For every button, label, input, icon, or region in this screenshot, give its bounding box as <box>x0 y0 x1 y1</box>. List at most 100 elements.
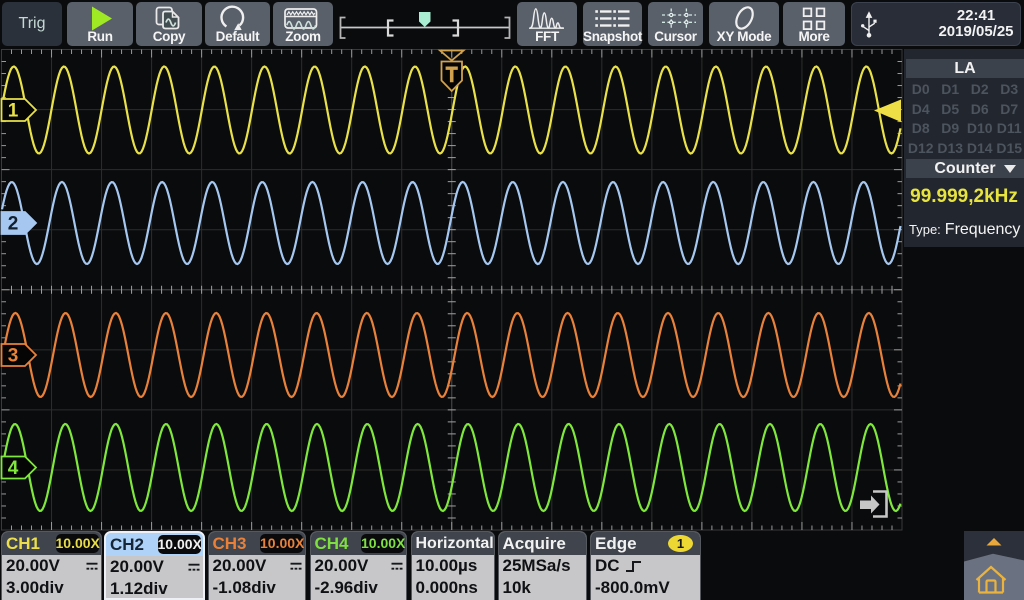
counter-type: Type:Frequency <box>909 221 1020 239</box>
button-label: XY Mode <box>709 29 779 44</box>
vertical-scale-value: 20.00V <box>213 556 267 576</box>
vertical-position-value: 3.00div <box>6 578 64 598</box>
counter-title: Counter <box>934 160 995 177</box>
up-arrow-icon[interactable] <box>986 538 1001 546</box>
la-channel-label[interactable]: D9 <box>936 119 966 139</box>
dc-coupling-icon <box>391 562 403 571</box>
pan-right-icon[interactable] <box>860 492 887 517</box>
channel-name: CH4 <box>315 534 349 554</box>
trigger-title: Edge <box>595 534 637 554</box>
clock-time: 22:41 <box>936 8 1016 24</box>
button-label: More <box>783 29 845 44</box>
svg-text:3: 3 <box>8 346 19 367</box>
trigger-level-value: -800.0mV <box>595 578 670 598</box>
acquire-box[interactable]: Acquire 25MSa/s 10k <box>498 531 588 600</box>
counter-type-value: Frequency <box>945 221 1021 238</box>
delay-value: 0.000ns <box>416 578 478 598</box>
la-channel-label[interactable]: D13 <box>936 139 966 159</box>
more-button[interactable]: More <box>783 2 845 46</box>
vertical-position-value: -1.08div <box>213 578 276 598</box>
la-channel-label[interactable]: D1 <box>936 80 966 100</box>
la-channel-label[interactable]: D14 <box>965 139 995 159</box>
snapshot-button[interactable]: Snapshot <box>583 2 642 46</box>
button-label: Zoom <box>273 29 333 44</box>
dc-coupling-icon <box>188 563 200 572</box>
la-channel-label[interactable]: D11 <box>995 119 1024 139</box>
la-channel-label[interactable]: D2 <box>965 80 995 100</box>
trig-button[interactable]: Trig <box>2 2 62 46</box>
la-digital-channel-grid[interactable]: D0D1D2D3 D4D5D6D7 D8D9D10D11 D12D13D14D15 <box>906 80 1024 158</box>
trigger-coupling-value: DC <box>595 556 620 576</box>
memory-depth-value: 10k <box>503 578 531 598</box>
waveform-display[interactable]: 1 2 3 4 <box>0 0 903 531</box>
usb-icon <box>856 8 882 40</box>
counter-header[interactable]: Counter <box>906 159 1024 178</box>
acquire-title: Acquire <box>503 534 566 554</box>
channel-marker-4[interactable]: 4 <box>2 457 37 480</box>
channel-name: CH1 <box>6 534 40 554</box>
probe-badge: 10.00X <box>361 534 404 553</box>
channel-name: CH3 <box>213 534 247 554</box>
svg-text:4: 4 <box>8 458 19 479</box>
channel-marker-3[interactable]: 3 <box>2 344 37 367</box>
button-label: Snapshot <box>583 29 642 44</box>
la-channel-label[interactable]: D12 <box>906 139 936 159</box>
la-channel-label[interactable]: D7 <box>995 100 1024 120</box>
button-label: Cursor <box>648 29 703 44</box>
la-channel-label[interactable]: D6 <box>965 100 995 120</box>
run-button[interactable]: Run <box>67 2 133 46</box>
channel-marker-2[interactable]: 2 <box>2 212 37 235</box>
home-panel <box>964 531 1024 600</box>
la-channel-label[interactable]: D3 <box>995 80 1024 100</box>
graticule <box>2 50 903 531</box>
probe-badge: 10.00X <box>56 534 99 553</box>
default-button[interactable]: Default <box>205 2 270 46</box>
la-title: LA <box>954 60 975 77</box>
copy-button[interactable]: Copy <box>136 2 202 46</box>
channel-markers: 1 2 3 4 <box>2 99 37 479</box>
sample-rate-value: 25MSa/s <box>503 556 571 576</box>
button-label: FFT <box>517 29 577 44</box>
clock-date: 2019/05/25 <box>936 24 1016 40</box>
fft-button[interactable]: FFT <box>517 2 577 46</box>
channel-box-ch3[interactable]: CH3 10.00X 20.00V -1.08div <box>208 531 307 600</box>
horizontal-box[interactable]: Horizontal 10.00µs 0.000ns <box>411 531 495 600</box>
horizontal-title: Horizontal <box>416 535 494 553</box>
button-label: Default <box>205 29 270 44</box>
vertical-scale-value: 20.00V <box>6 556 60 576</box>
cursor-button[interactable]: Cursor <box>648 2 703 46</box>
channel-box-ch2[interactable]: CH2 10.00X 20.00V 1.12div <box>104 531 205 600</box>
dc-coupling-icon <box>290 562 302 571</box>
zoom-button[interactable]: Zoom <box>273 2 333 46</box>
la-channel-label[interactable]: D10 <box>965 119 995 139</box>
vertical-scale-value: 20.00V <box>315 556 369 576</box>
channel-box-ch1[interactable]: CH1 10.00X 20.00V 3.00div <box>1 531 102 600</box>
la-channel-label[interactable]: D5 <box>936 100 966 120</box>
trigger-box[interactable]: Edge 1 DC -800.0mV <box>590 531 701 600</box>
la-channel-label[interactable]: D15 <box>995 139 1024 159</box>
probe-badge: 10.00X <box>260 534 303 553</box>
la-channel-label[interactable]: D0 <box>906 80 936 100</box>
vertical-scale-value: 20.00V <box>110 557 164 577</box>
sidebar-panel: LA D0D1D2D3 D4D5D6D7 D8D9D10D11 D12D13D14D1… <box>904 49 1024 247</box>
la-channel-label[interactable]: D8 <box>906 119 936 139</box>
la-channel-label[interactable]: D4 <box>906 100 936 120</box>
button-label: Copy <box>136 29 202 44</box>
button-label: Run <box>67 29 133 44</box>
probe-badge: 10.00X <box>158 535 201 554</box>
vertical-position-value: 1.12div <box>110 579 168 599</box>
svg-text:1: 1 <box>8 101 19 122</box>
dc-coupling-icon <box>86 562 98 571</box>
trigger-source-badge: 1 <box>668 535 693 552</box>
horizontal-position-indicator[interactable] <box>334 2 516 46</box>
counter-value: 99.999,2kHz <box>904 186 1024 208</box>
status-clock-panel[interactable]: 22:41 2019/05/25 <box>851 2 1021 46</box>
channel-box-ch4[interactable]: CH4 10.00X 20.00V -2.96div <box>310 531 408 600</box>
timebase-value: 10.00µs <box>416 556 478 576</box>
rising-edge-icon <box>625 559 645 574</box>
channel-name: CH2 <box>110 535 144 555</box>
xy-mode-button[interactable]: XY Mode <box>709 2 779 46</box>
la-header[interactable]: LA <box>906 59 1024 78</box>
trigger-position-thumb <box>419 12 431 27</box>
channel-marker-1[interactable]: 1 <box>2 99 37 122</box>
